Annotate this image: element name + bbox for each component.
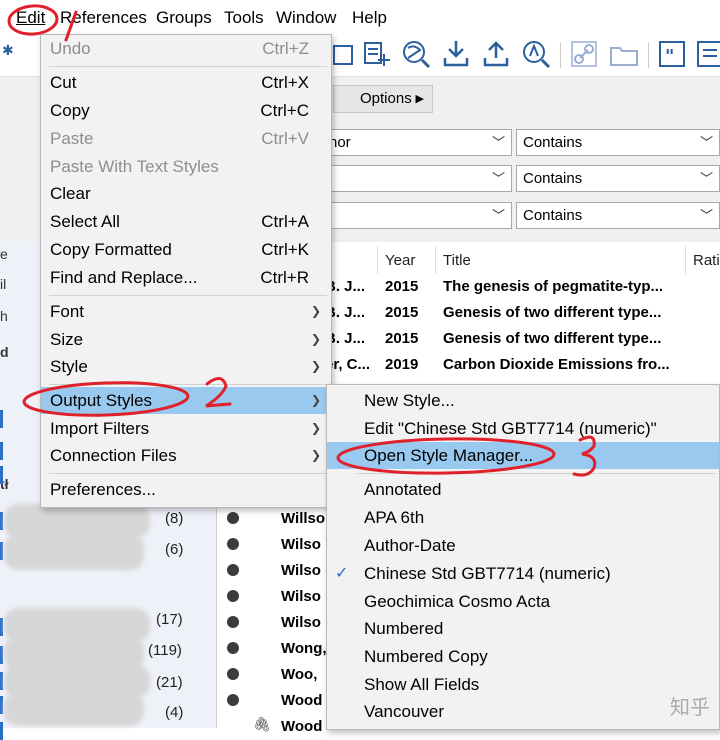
annotation-overlay xyxy=(7,4,597,477)
watermark-logo: 知乎 xyxy=(670,697,710,719)
